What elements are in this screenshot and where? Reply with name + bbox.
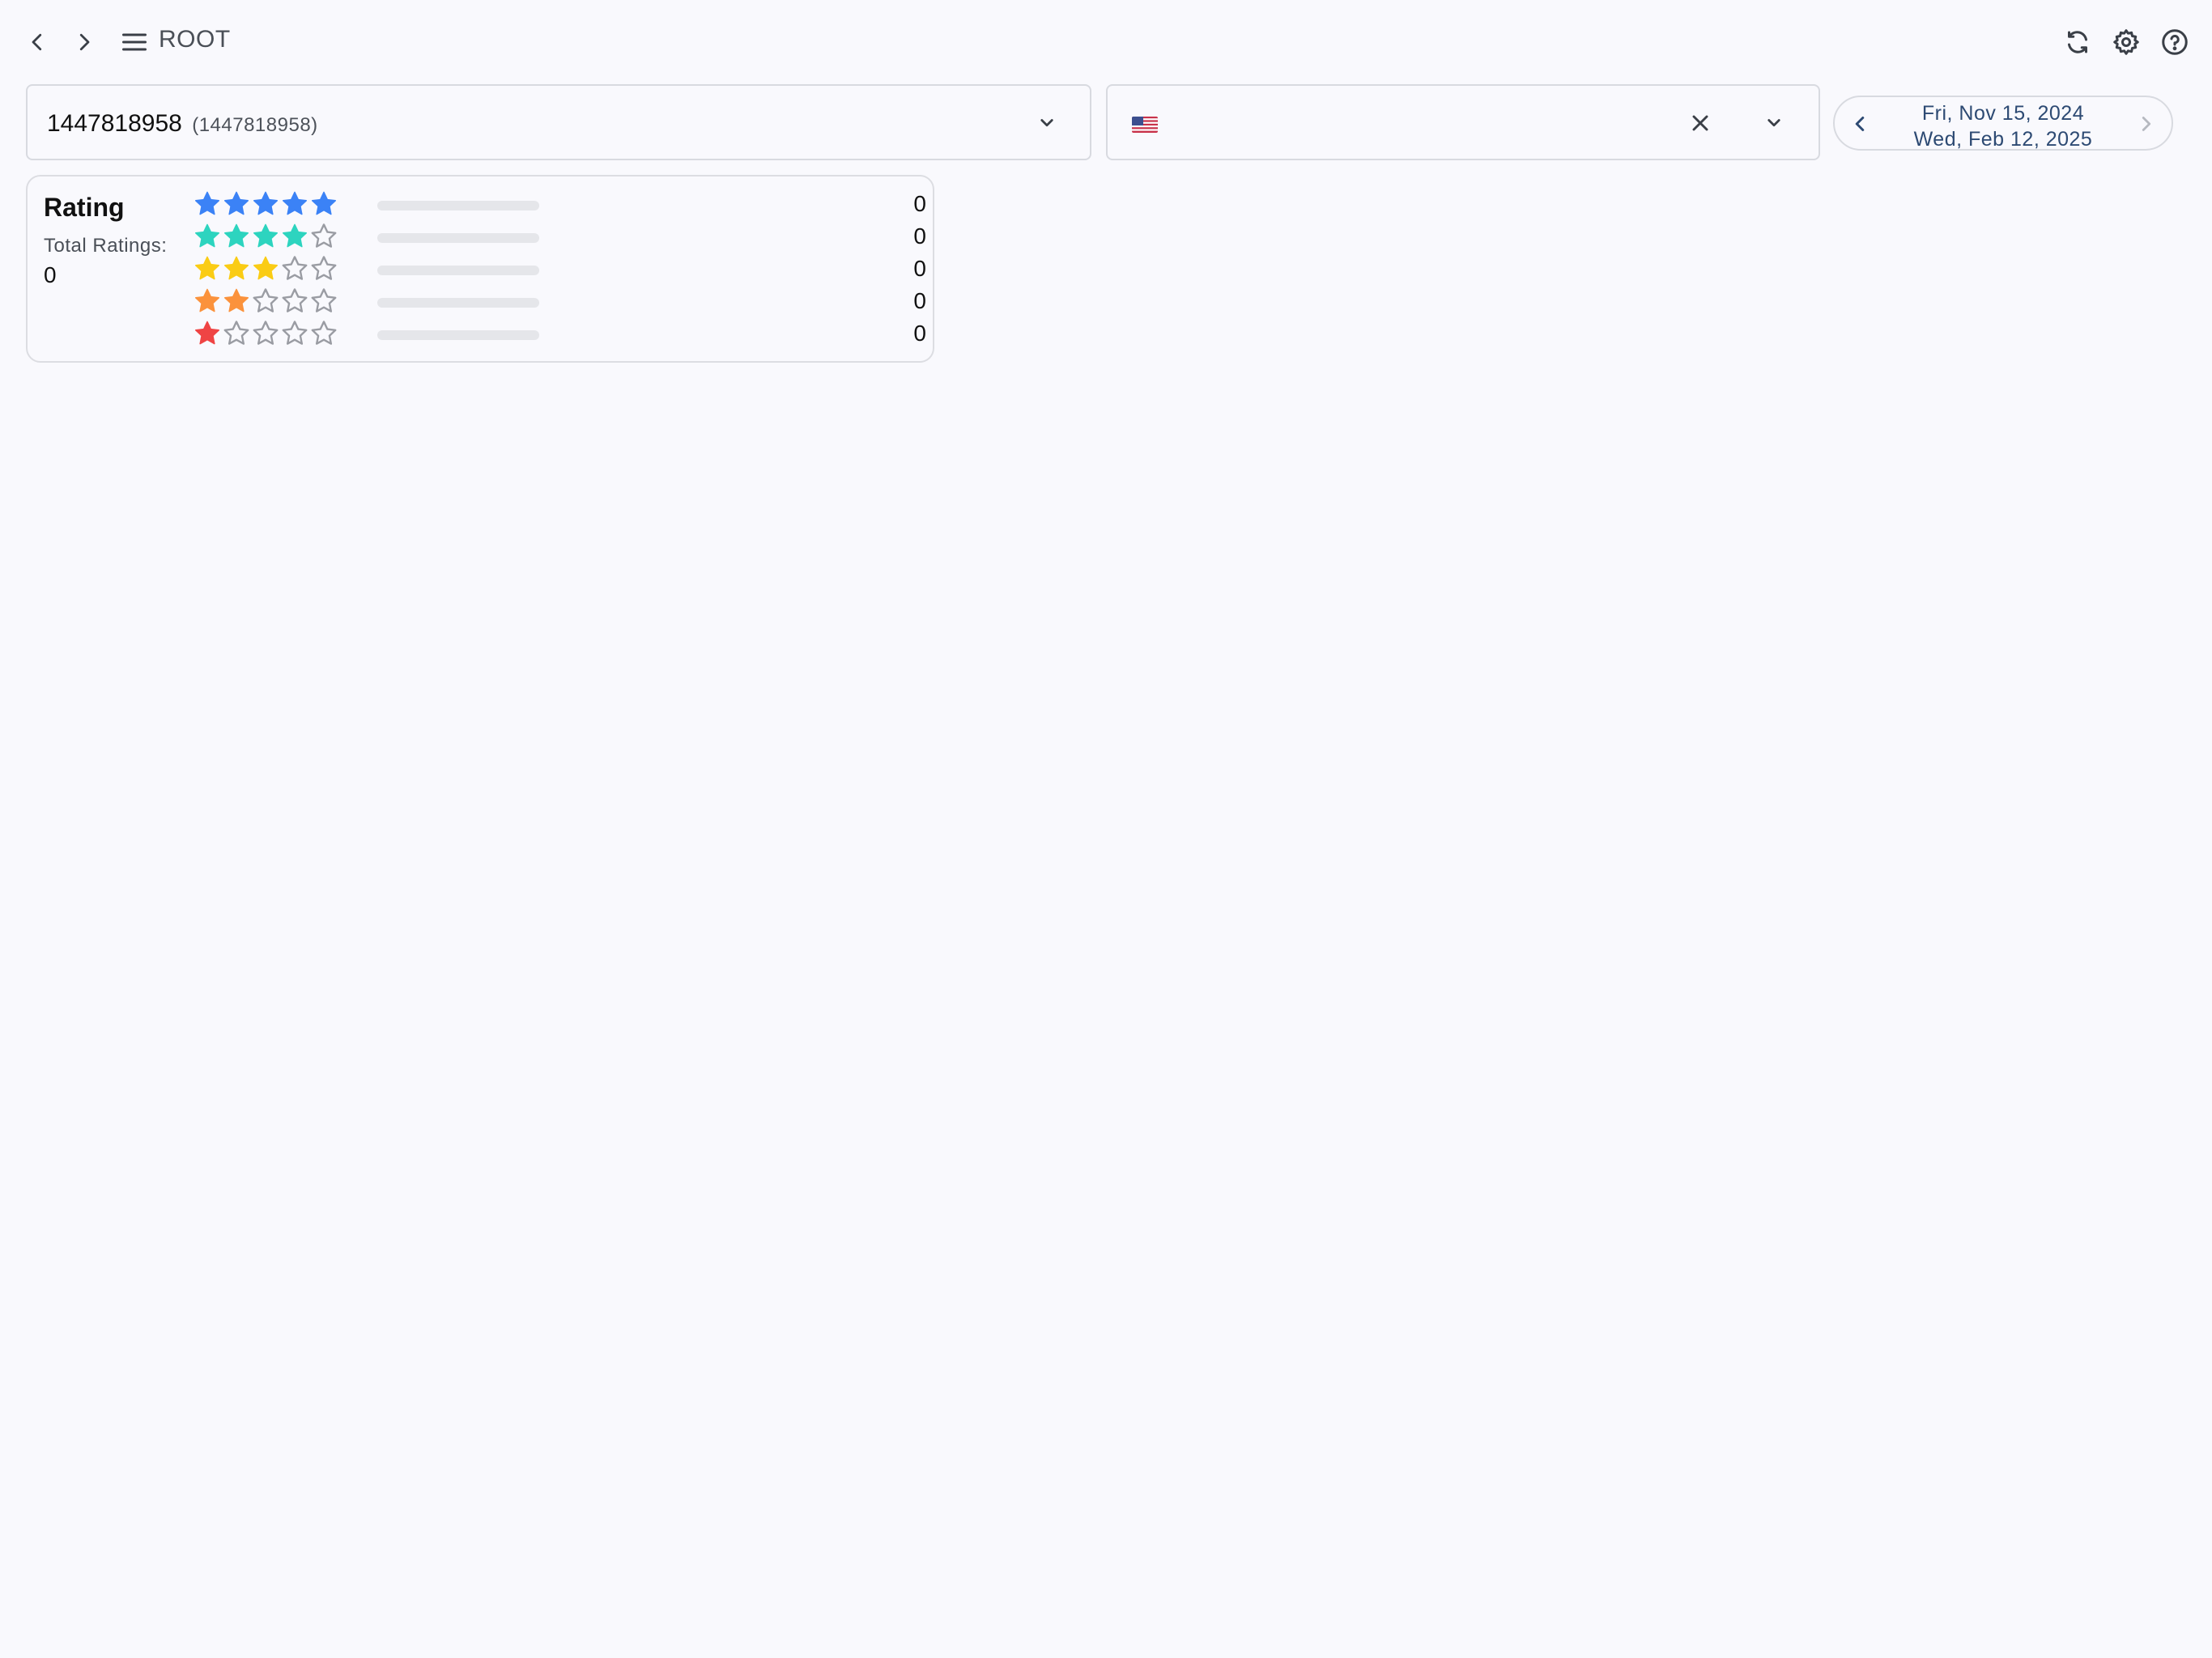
star-filled-icon (224, 191, 249, 215)
star-filled-icon (312, 191, 336, 215)
date-range-start: Fri, Nov 15, 2024 (1921, 102, 2085, 125)
rating-row-2: 0 (193, 287, 926, 319)
rating-card: Rating Total Ratings: 0 0 0 0 0 0 (26, 175, 934, 363)
help-circle-icon (2162, 29, 2188, 55)
star-group (193, 254, 338, 283)
star-outline-icon (282, 256, 308, 280)
rating-row-1: 0 (193, 319, 926, 351)
refresh-button[interactable] (2060, 24, 2095, 60)
star-filled-icon (253, 191, 278, 215)
star-outline-icon (311, 256, 337, 280)
star-filled-icon (195, 288, 219, 312)
close-icon[interactable] (1687, 110, 1713, 136)
rating-title: Rating (44, 193, 125, 222)
rating-row-3: 0 (193, 254, 926, 287)
country-select[interactable] (1106, 84, 1820, 160)
star-filled-icon (283, 191, 307, 215)
star-outline-icon (253, 321, 279, 345)
star-group (193, 189, 338, 219)
rating-count: 0 (913, 256, 926, 281)
us-flag-icon (1132, 117, 1158, 133)
star-filled-icon (195, 256, 219, 280)
rating-count: 0 (913, 223, 926, 249)
star-filled-icon (224, 288, 249, 312)
star-outline-icon (311, 321, 337, 345)
star-outline-icon (311, 223, 337, 248)
help-button[interactable] (2157, 24, 2193, 60)
chevron-right-icon (79, 33, 90, 51)
chevron-left-icon[interactable] (1848, 112, 1872, 136)
rating-bar-track (377, 233, 539, 243)
star-group (193, 287, 338, 316)
star-filled-icon (283, 223, 307, 248)
back-button[interactable] (21, 24, 53, 60)
rating-bar-track (377, 266, 539, 275)
star-group (193, 319, 338, 348)
date-range-text[interactable]: Fri, Nov 15, 2024 Wed, Feb 12, 2025 (1883, 100, 2123, 152)
star-outline-icon (253, 288, 279, 312)
star-filled-icon (224, 223, 249, 248)
total-ratings-label: Total Ratings: (44, 235, 168, 257)
star-filled-icon (253, 256, 278, 280)
rating-bar-track (377, 201, 539, 210)
rating-count: 0 (913, 191, 926, 216)
star-outline-icon (223, 321, 249, 345)
rating-bar-track (377, 298, 539, 308)
star-filled-icon (195, 191, 219, 215)
app-id-secondary: (1447818958) (192, 114, 318, 136)
chevron-down-icon[interactable] (1762, 110, 1786, 134)
chevron-down-icon[interactable] (1035, 110, 1059, 134)
rating-row-4: 0 (193, 222, 926, 254)
rating-row-5: 0 (193, 189, 926, 222)
star-group (193, 222, 338, 251)
date-range-end: Wed, Feb 12, 2025 (1913, 128, 2093, 151)
rating-count: 0 (913, 288, 926, 313)
date-range-picker[interactable]: Fri, Nov 15, 2024 Wed, Feb 12, 2025 (1833, 96, 2173, 151)
star-outline-icon (311, 288, 337, 312)
star-filled-icon (195, 223, 219, 248)
settings-button[interactable] (2108, 24, 2144, 60)
gear-icon (2113, 29, 2139, 55)
app-select-value: 1447818958 (1447818958) (47, 110, 318, 138)
chevron-right-icon[interactable] (2134, 112, 2159, 136)
star-outline-icon (282, 321, 308, 345)
root-breadcrumb[interactable]: ROOT (159, 26, 231, 53)
top-bar: ROOT (0, 0, 2212, 81)
app-select[interactable]: 1447818958 (1447818958) (26, 84, 1091, 160)
star-filled-icon (195, 321, 219, 345)
rating-count: 0 (913, 321, 926, 346)
rating-bar-track (377, 330, 539, 340)
app-id: 1447818958 (47, 110, 182, 137)
total-ratings-value: 0 (44, 262, 57, 287)
star-outline-icon (282, 288, 308, 312)
star-filled-icon (224, 256, 249, 280)
refresh-icon (2068, 31, 2087, 53)
star-filled-icon (253, 223, 278, 248)
forward-button[interactable] (68, 24, 100, 60)
chevron-left-icon (32, 33, 42, 51)
hamburger-menu-icon[interactable] (120, 28, 149, 57)
